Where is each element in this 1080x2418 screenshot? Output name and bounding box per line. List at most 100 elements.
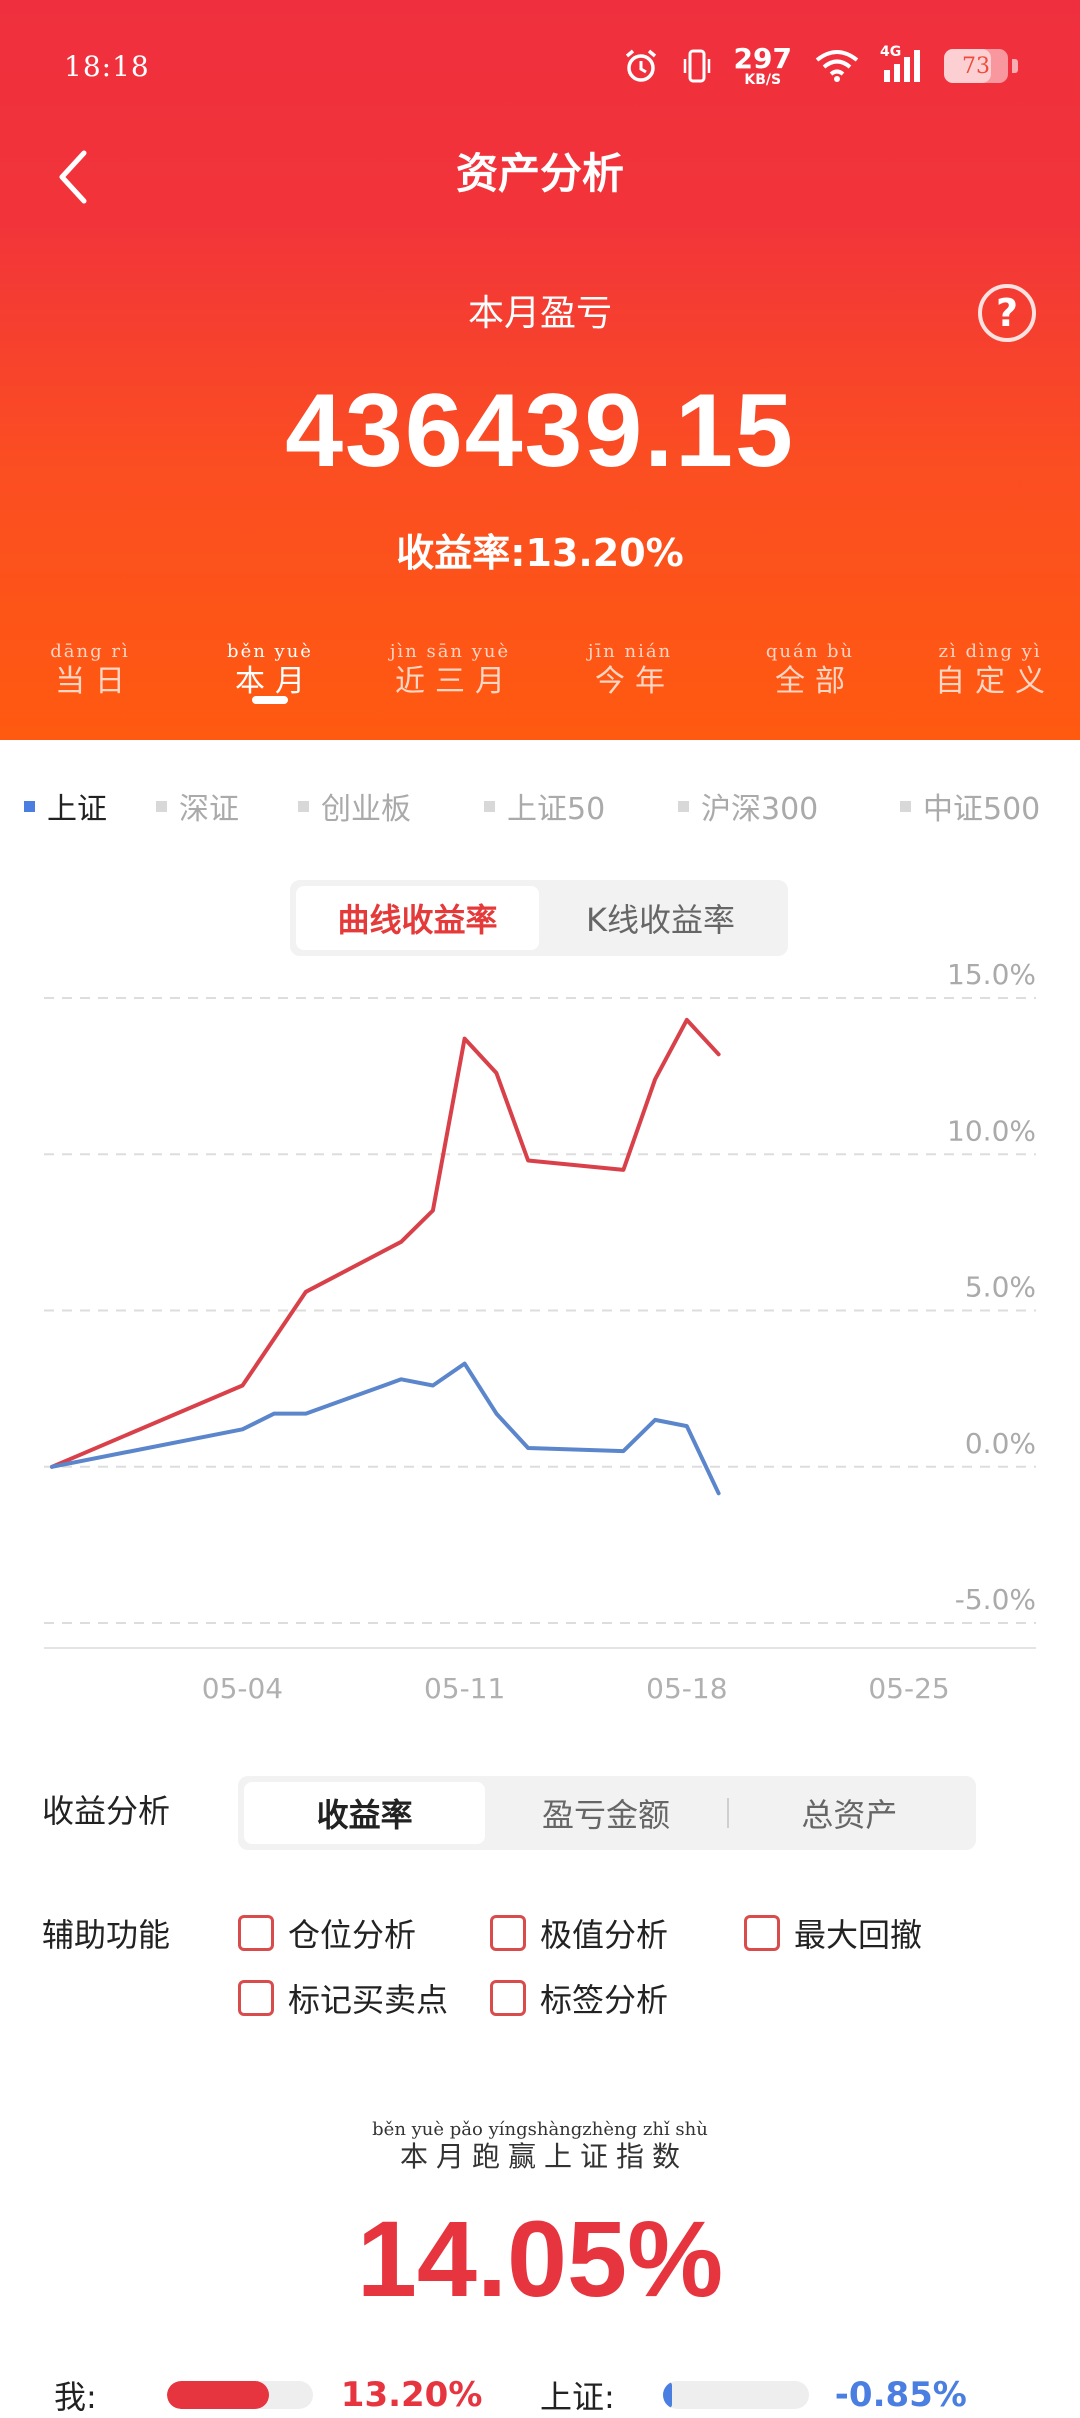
analysis-option-profit[interactable]: 盈亏金额: [485, 1782, 726, 1844]
period-tab-pinyin: zì dìng yì: [938, 641, 1042, 662]
period-tab-1[interactable]: běn yuè 本月: [180, 642, 360, 704]
compare-me-fill: [166, 2381, 269, 2409]
period-tab-label: 当日: [55, 664, 135, 699]
compare-me-track: [166, 2381, 313, 2409]
period-tab-label: 本月: [235, 664, 315, 699]
outperform-value: 14.05%: [356, 2198, 724, 2319]
analysis-segmented-control: 收益率 盈亏金额 总资产: [238, 1776, 976, 1850]
profit-rate: 收益率:13.20%: [396, 531, 684, 575]
y-tick-label: 15.0%: [947, 958, 1036, 991]
index-filter-0[interactable]: 上证: [24, 784, 107, 828]
period-tab-label: 全部: [775, 664, 855, 699]
status-time: 18:18: [64, 50, 150, 83]
index-filter-label: 深证: [179, 792, 239, 827]
period-tab-label: 今年: [595, 664, 675, 699]
period-tab-pinyin: dāng rì: [50, 641, 130, 662]
checkbox[interactable]: [744, 1915, 780, 1951]
period-tab-2[interactable]: jìn sān yuè 近三月: [360, 642, 540, 700]
analysis-option-return[interactable]: 收益率: [244, 1782, 486, 1844]
index-filters: 上证 深证 创业板 上证50 沪深300 中证500: [24, 784, 1064, 828]
checkbox[interactable]: [490, 1915, 526, 1951]
header-banner: 18:18 297 KB/S 4G 73 资产分析 本月盈亏 ? 436439.…: [0, 0, 1080, 740]
return-chart: 15.0% 10.0% 5.0% 0.0% -5.0% 05-04 05-11 05-18 05…: [44, 958, 1036, 1705]
index-filter-3[interactable]: 上证50: [484, 784, 605, 828]
outperform-title: běn yuè pǎo yíngshàngzhèng zhǐ shù 本月跑赢上…: [0, 2120, 1080, 2173]
aux-item-label: 标记买卖点: [288, 1981, 449, 2019]
battery-icon: 73: [944, 49, 1008, 83]
y-tick-label: -5.0%: [955, 1583, 1036, 1616]
period-tab-3[interactable]: jīn nián 今年: [540, 642, 720, 700]
outperform-pinyin: běn yuè pǎo yíngshàngzhèng zhǐ shù: [372, 2119, 708, 2140]
period-tab-pinyin: quán bù: [765, 641, 855, 662]
battery-text: 73: [962, 53, 990, 79]
index-filter-label: 上证50: [507, 792, 606, 827]
signal-icon: 4G: [880, 44, 922, 84]
net-speed-value: 297: [733, 42, 792, 75]
compare-index: 上证: -0.85%: [540, 2372, 967, 2418]
aux-item-label: 最大回撤: [794, 1916, 923, 1954]
period-tab-4[interactable]: quán bù 全部: [720, 642, 900, 700]
x-tick-label: 05-18: [646, 1672, 727, 1705]
aux-item-label: 仓位分析: [288, 1916, 417, 1954]
legend-dot: [484, 800, 495, 812]
legend-dot: [156, 800, 167, 812]
net-speed-unit: KB/S: [744, 72, 782, 88]
compare-me-value: 13.20%: [340, 2375, 483, 2415]
index-filter-5[interactable]: 中证500: [900, 784, 1040, 828]
aux-item-label: 标签分析: [540, 1981, 669, 2019]
net-speed: 297 KB/S: [733, 42, 792, 88]
index-filter-4[interactable]: 沪深300: [678, 784, 818, 828]
analysis-option-assets[interactable]: 总资产: [729, 1782, 970, 1844]
summary-label: 本月盈亏: [467, 293, 612, 334]
aux-max-drawdown[interactable]: 最大回撤: [744, 1910, 922, 1956]
battery-tip: [1012, 59, 1018, 73]
compare-index-track: [662, 2381, 809, 2409]
checkbox[interactable]: [238, 1915, 274, 1951]
y-tick-label: 5.0%: [965, 1271, 1036, 1304]
analysis-label: 收益分析: [42, 1792, 171, 1830]
index-filter-2[interactable]: 创业板: [298, 784, 411, 828]
period-tab-pinyin: jīn nián: [587, 641, 673, 662]
compare-me: 我: 13.20%: [54, 2372, 482, 2418]
aux-mark-trades[interactable]: 标记买卖点: [238, 1975, 448, 2021]
aux-extreme-analysis[interactable]: 极值分析: [490, 1910, 668, 1956]
compare-index-fill: [662, 2381, 672, 2409]
legend-dot: [24, 800, 35, 812]
index-filter-label: 中证500: [923, 792, 1041, 827]
period-tab-label: 近三月: [395, 664, 515, 699]
aux-item-label: 极值分析: [540, 1916, 669, 1954]
period-tab-5[interactable]: zì dìng yì 自定义: [900, 642, 1080, 700]
period-tab-0[interactable]: dāng rì 当日: [0, 642, 180, 700]
compare-index-label: 上证:: [540, 2378, 615, 2416]
legend-dot: [900, 800, 911, 812]
active-tab-indicator: [252, 696, 288, 704]
alarm-icon: [622, 47, 660, 85]
status-icons: 297 KB/S 4G 73: [622, 44, 1018, 88]
checkbox[interactable]: [490, 1980, 526, 2016]
y-tick-label: 0.0%: [965, 1427, 1036, 1460]
compare-index-value: -0.85%: [834, 2375, 967, 2415]
index-filter-label: 沪深300: [701, 792, 819, 827]
series-line-0: [50, 1017, 721, 1469]
wifi-icon: [814, 48, 860, 84]
x-tick-label: 05-04: [202, 1672, 283, 1705]
legend-dot: [678, 800, 689, 812]
index-filter-label: 上证: [47, 792, 107, 827]
x-tick-label: 05-11: [424, 1672, 505, 1705]
x-tick-label: 05-25: [868, 1672, 949, 1705]
period-tab-pinyin: jìn sān yuè: [389, 641, 511, 662]
series-line-1: [50, 1361, 721, 1496]
page-title: 资产分析: [455, 149, 624, 198]
index-filter-label: 创业板: [321, 792, 411, 827]
legend-dot: [298, 800, 309, 812]
aux-label: 辅助功能: [42, 1916, 171, 1954]
aux-tag-analysis[interactable]: 标签分析: [490, 1975, 668, 2021]
index-filter-1[interactable]: 深证: [156, 784, 239, 828]
profit-amount: 436439.15: [285, 373, 795, 489]
network-type: 4G: [880, 44, 902, 60]
help-icon[interactable]: ?: [978, 284, 1036, 342]
period-tab-label: 自定义: [935, 664, 1055, 699]
vibrate-icon: [682, 47, 712, 85]
aux-position-analysis[interactable]: 仓位分析: [238, 1910, 416, 1956]
checkbox[interactable]: [238, 1980, 274, 2016]
